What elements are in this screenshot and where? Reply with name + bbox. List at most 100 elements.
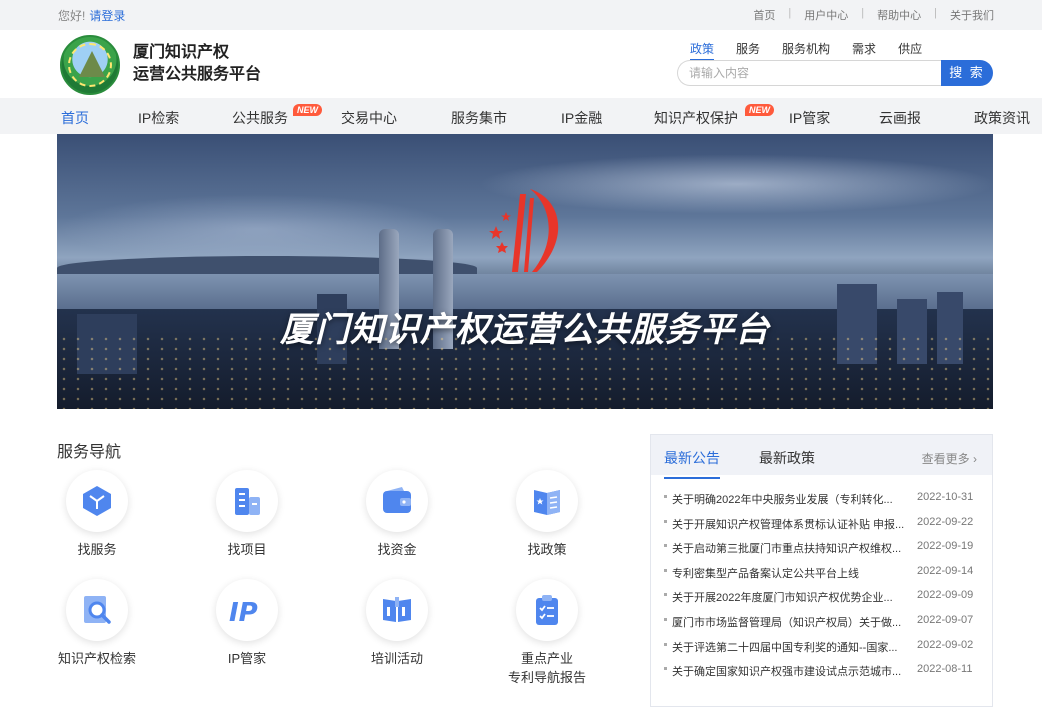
building-icon xyxy=(235,488,260,515)
platform-logo[interactable] xyxy=(60,35,120,95)
list-item[interactable]: 关于评选第二十四届中国专利奖的通知--国家... 2022-09-02 xyxy=(651,635,992,660)
top-bar: 您好! 请登录 首页 | 用户中心 | 帮助中心 | 关于我们 xyxy=(0,0,1042,30)
news-date: 2022-09-14 xyxy=(917,564,974,577)
bullet-icon xyxy=(664,667,667,671)
news-title[interactable]: 关于开展2022年度厦门市知识产权优势企业... xyxy=(672,589,908,605)
nav-item-ip-search[interactable]: IP检索 xyxy=(138,108,179,128)
list-item[interactable]: 关于启动第三批厦门市重点扶持知识产权维权... 2022-09-19 xyxy=(651,536,992,561)
service-patent-navigation-report[interactable]: 重点产业 专利导航报告 xyxy=(487,579,607,687)
service-label-line: 专利导航报告 xyxy=(507,670,586,685)
news-title[interactable]: 关于确定国家知识产权强市建设试点示范城市... xyxy=(672,663,908,679)
service-label: 找项目 xyxy=(227,542,267,557)
news-title[interactable]: 关于明确2022年中央服务业发展（专利转化... xyxy=(672,491,908,507)
service-find-funds[interactable]: 找资金 xyxy=(337,470,457,559)
open-book-icon xyxy=(383,597,411,622)
divider: | xyxy=(861,7,865,19)
wallet-icon xyxy=(383,487,411,513)
nav-item-home[interactable]: 首页 xyxy=(61,108,89,128)
bullet-icon xyxy=(664,544,667,548)
top-link-about[interactable]: 关于我们 xyxy=(950,7,994,23)
nav-label: IP检索 xyxy=(138,110,180,126)
search-tab-demand[interactable]: 需求 xyxy=(852,40,876,61)
nav-item-ip-protection[interactable]: 知识产权保护 NEW xyxy=(654,104,774,128)
service-ip-search[interactable]: 知识产权检索 xyxy=(37,579,157,668)
nav-item-ip-steward[interactable]: IP管家 xyxy=(789,108,830,128)
news-date: 2022-09-19 xyxy=(917,540,974,553)
nav-label: IP金融 xyxy=(561,110,603,126)
service-label: 重点产业 专利导航报告 xyxy=(487,649,607,687)
bullet-icon xyxy=(664,617,667,621)
list-item[interactable]: 关于确定国家知识产权强市建设试点示范城市... 2022-08-11 xyxy=(651,659,992,684)
service-find-policy[interactable]: 找政策 xyxy=(487,470,607,559)
nav-label: 政策资讯 xyxy=(974,110,1030,126)
service-ip-steward[interactable]: IP IP管家 xyxy=(187,579,307,668)
top-link-help-center[interactable]: 帮助中心 xyxy=(877,7,921,23)
nav-label: 服务集市 xyxy=(451,110,507,126)
new-badge: NEW xyxy=(745,104,774,116)
service-label: 培训活动 xyxy=(370,651,423,666)
divider: | xyxy=(934,7,937,19)
search-tab-supply[interactable]: 供应 xyxy=(898,40,922,61)
brand-line-1: 厦门知识产权 xyxy=(133,44,230,61)
new-badge: NEW xyxy=(293,104,322,116)
service-find-project[interactable]: 找项目 xyxy=(187,470,307,559)
list-item[interactable]: 厦门市市场监督管理局（知识产权局）关于做... 2022-09-07 xyxy=(651,610,992,635)
bullet-icon xyxy=(664,642,667,646)
view-more-link[interactable]: 查看更多 › xyxy=(922,450,977,467)
news-title[interactable]: 厦门市市场监督管理局（知识产权局）关于做... xyxy=(672,614,908,630)
nav-item-service-market[interactable]: 服务集市 xyxy=(451,108,507,128)
nav-label: IP管家 xyxy=(789,110,831,126)
clipboard-icon xyxy=(536,595,558,625)
search-tab-service[interactable]: 服务 xyxy=(736,40,760,61)
news-title[interactable]: 关于开展知识产权管理体系贯标认证补贴 申报... xyxy=(672,516,908,532)
nav-item-trade-center[interactable]: 交易中心 xyxy=(341,108,397,128)
greeting: 您好! 请登录 xyxy=(58,7,125,24)
search-tab-agency[interactable]: 服务机构 xyxy=(782,40,830,61)
service-label: 找资金 xyxy=(377,542,417,557)
bullet-icon xyxy=(664,495,667,498)
bullet-icon xyxy=(664,519,667,523)
nav-label: 云画报 xyxy=(879,110,921,126)
list-item[interactable]: 关于开展2022年度厦门市知识产权优势企业... 2022-09-09 xyxy=(651,585,992,610)
bullet-icon xyxy=(664,568,667,572)
service-find-service[interactable]: 找服务 xyxy=(37,470,157,559)
top-links: 首页 | 用户中心 | 帮助中心 | 关于我们 xyxy=(753,7,994,23)
nav-item-ip-finance[interactable]: IP金融 xyxy=(561,108,602,128)
news-title[interactable]: 关于评选第二十四届中国专利奖的通知--国家... xyxy=(672,639,908,655)
cube-icon xyxy=(83,486,111,516)
nav-item-policy-news[interactable]: 政策资讯 xyxy=(974,108,1030,128)
news-date: 2022-09-09 xyxy=(917,589,974,602)
service-icon-circle xyxy=(366,579,428,641)
banner-title: 厦门知识产权运营公共服务平台 xyxy=(280,311,770,349)
list-item[interactable]: 关于开展知识产权管理体系贯标认证补贴 申报... 2022-09-22 xyxy=(651,512,992,537)
hero-banner[interactable]: 厦门知识产权运营公共服务平台 xyxy=(57,134,993,409)
news-tabs: 最新公告 最新政策 查看更多 › xyxy=(651,435,992,479)
service-icon-circle xyxy=(216,470,278,532)
news-date: 2022-08-11 xyxy=(917,663,973,676)
service-icon-circle xyxy=(516,579,578,641)
login-link[interactable]: 请登录 xyxy=(89,9,125,23)
tab-latest-policies[interactable]: 最新政策 xyxy=(759,448,815,468)
nav-item-cloud-gallery[interactable]: 云画报 xyxy=(879,108,921,128)
news-title[interactable]: 关于启动第三批厦门市重点扶持知识产权维权... xyxy=(672,540,908,556)
service-training[interactable]: 培训活动 xyxy=(337,579,457,668)
top-link-home[interactable]: 首页 xyxy=(753,7,775,23)
search-input[interactable] xyxy=(678,61,942,85)
nav-item-public-service[interactable]: 公共服务 NEW xyxy=(232,104,322,128)
search-tab-policy[interactable]: 政策 xyxy=(690,40,715,61)
search-button[interactable]: 搜 索 xyxy=(941,60,993,86)
bullet-icon xyxy=(664,593,667,597)
list-item[interactable]: 关于明确2022年中央服务业发展（专利转化... 2022-10-31 xyxy=(651,487,992,512)
service-label: 知识产权检索 xyxy=(57,651,136,666)
top-link-user-center[interactable]: 用户中心 xyxy=(804,7,848,23)
search-doc-icon xyxy=(84,596,111,624)
divider: | xyxy=(788,7,792,19)
list-item[interactable]: 专利密集型产品备案认定公共平台上线 2022-09-14 xyxy=(651,561,992,586)
nav-label: 首页 xyxy=(61,110,89,126)
brand-name: 厦门知识产权 运营公共服务平台 xyxy=(133,42,261,86)
news-date: 2022-09-22 xyxy=(917,515,974,528)
tab-latest-announcements[interactable]: 最新公告 xyxy=(664,448,720,479)
news-title[interactable]: 专利密集型产品备案认定公共平台上线 xyxy=(672,565,908,581)
ip-emblem-icon xyxy=(489,189,559,272)
main-nav: 首页 IP检索 公共服务 NEW 交易中心 服务集市 IP金融 知识产权保护 NEW… xyxy=(0,98,1042,134)
